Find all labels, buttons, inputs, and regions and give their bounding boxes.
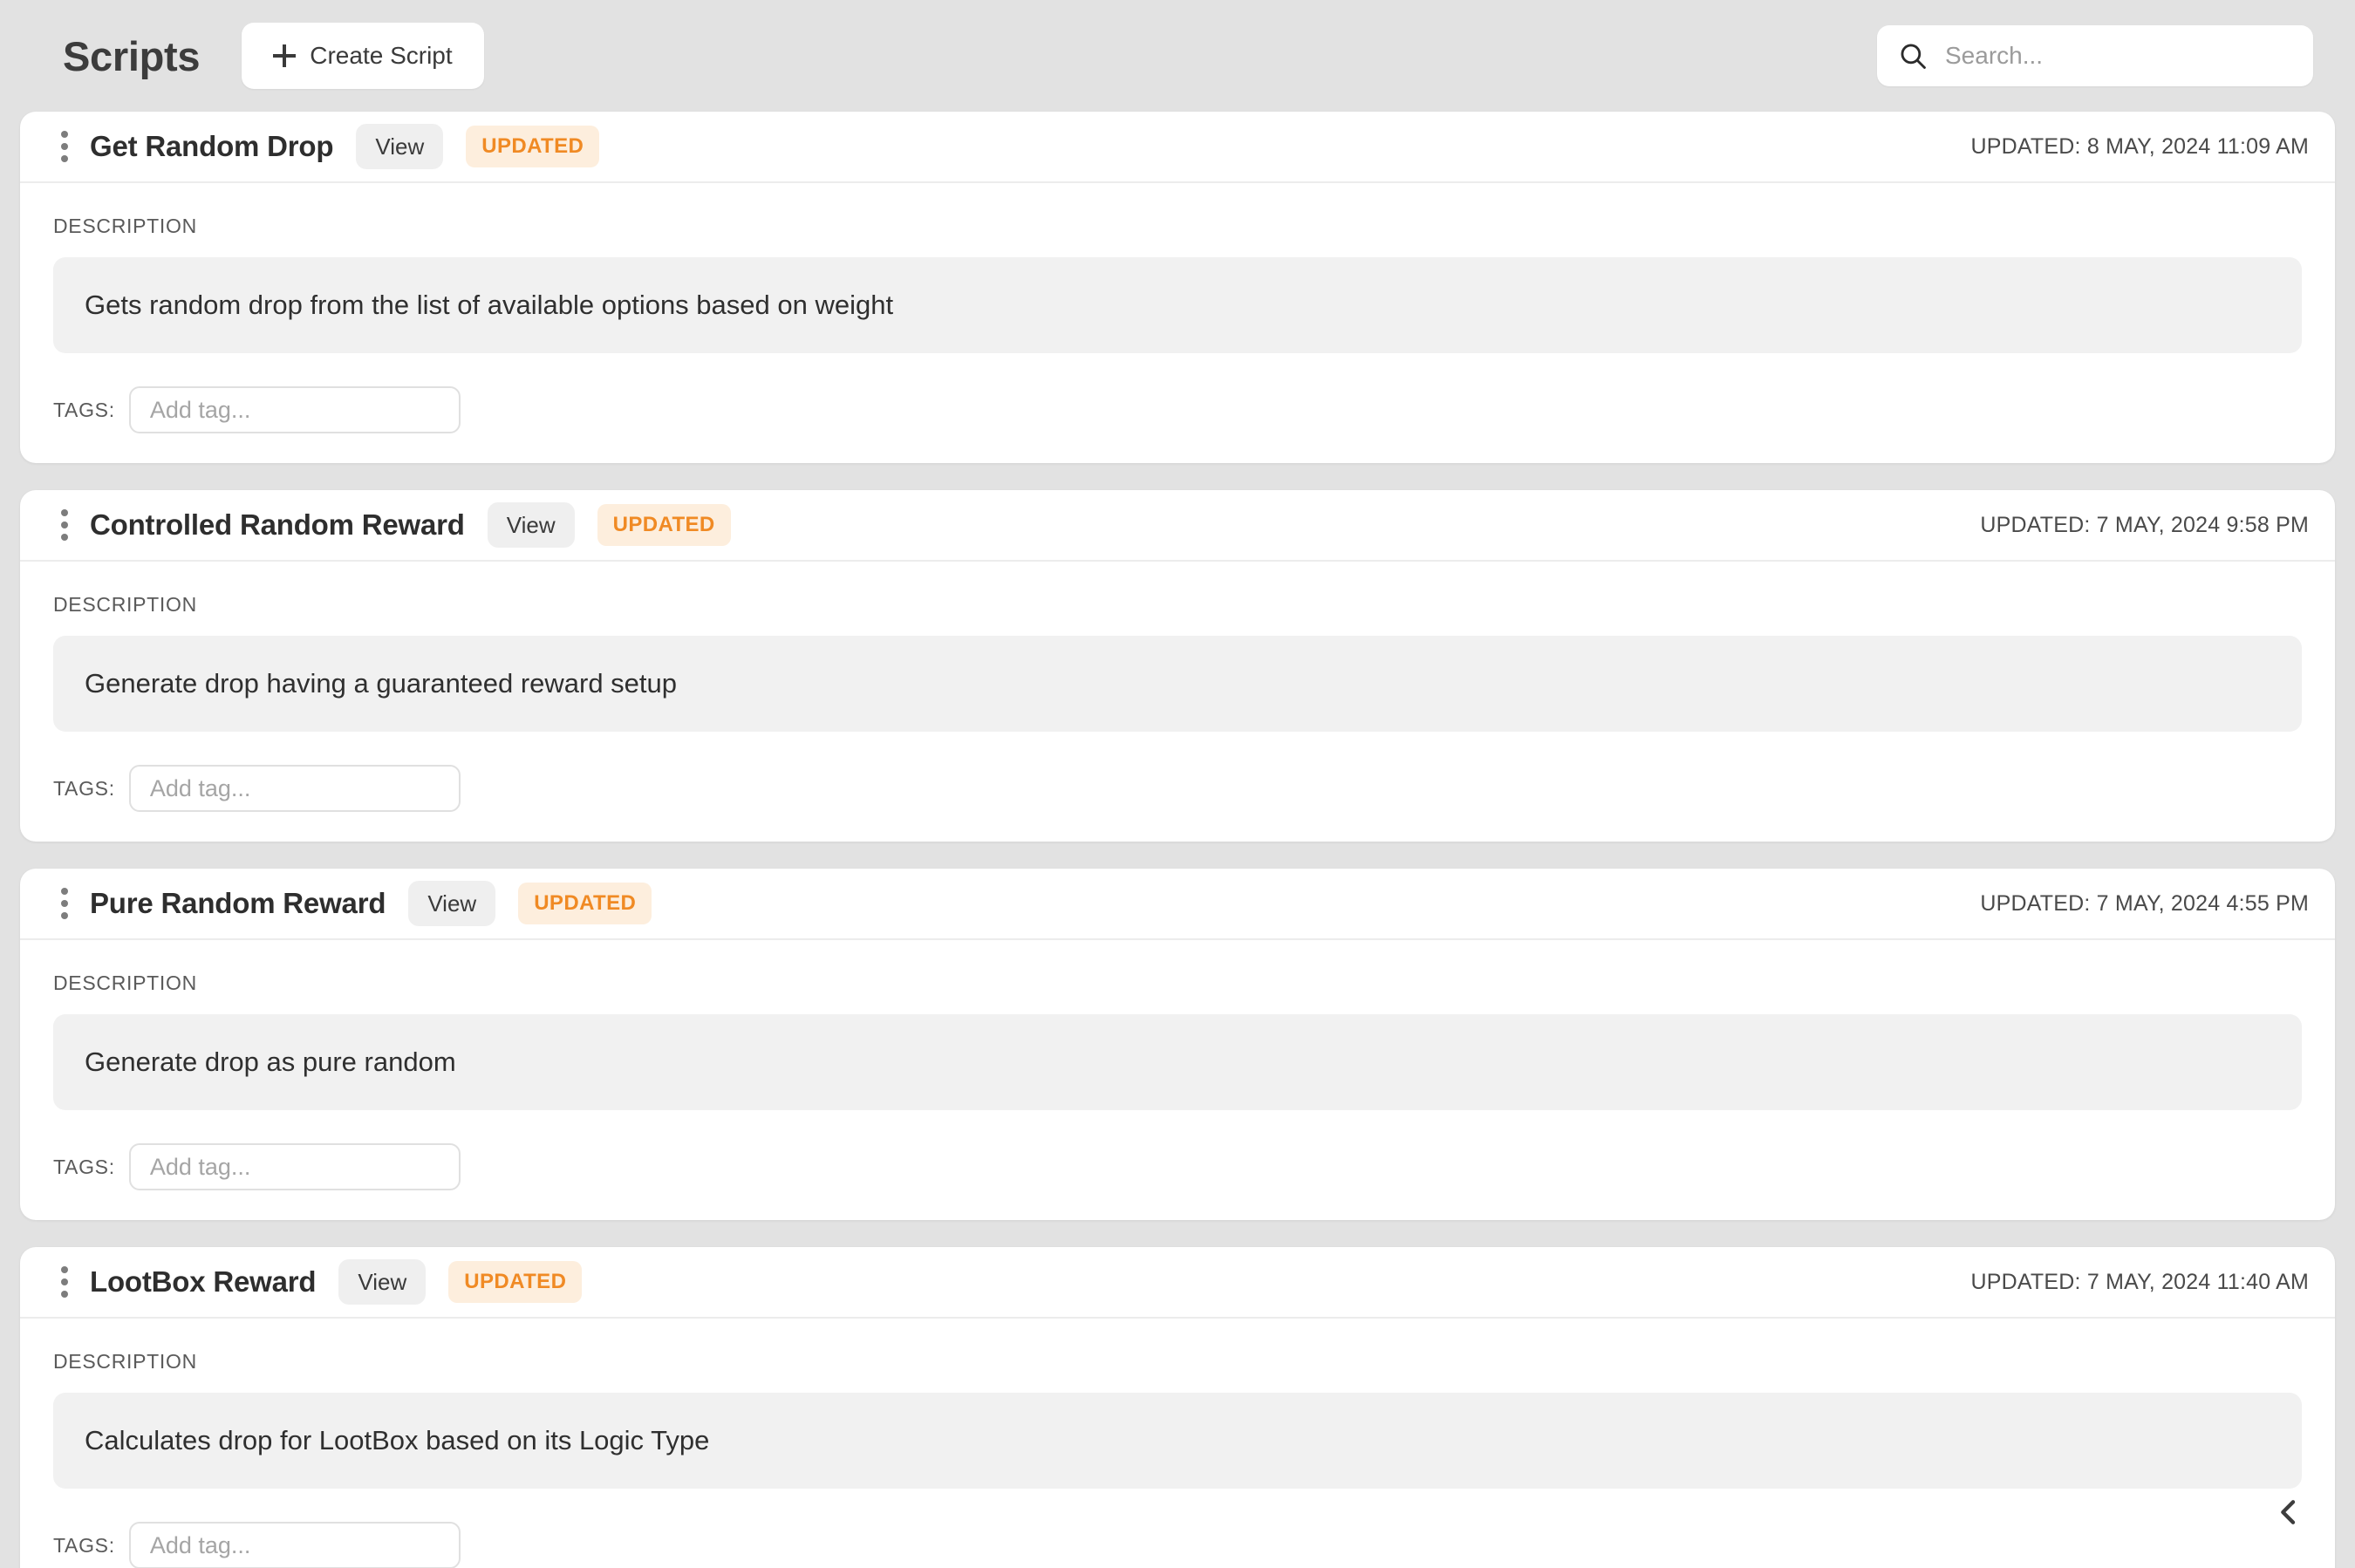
script-card-body: DESCRIPTION Gets random drop from the li… bbox=[20, 183, 2335, 463]
plus-icon bbox=[273, 44, 297, 67]
kebab-menu-icon[interactable] bbox=[53, 1263, 76, 1301]
search-box[interactable] bbox=[1877, 25, 2313, 86]
description-label: DESCRIPTION bbox=[53, 1350, 197, 1373]
status-badge: UPDATED bbox=[448, 1261, 583, 1303]
description-label: DESCRIPTION bbox=[53, 215, 197, 237]
updated-timestamp: UPDATED: 7 MAY, 2024 11:40 AM bbox=[1970, 1269, 2309, 1294]
collapse-panel-button[interactable] bbox=[2264, 1488, 2313, 1537]
add-tag-input[interactable] bbox=[128, 1143, 461, 1190]
script-card-body: DESCRIPTION Calculates drop for LootBox … bbox=[20, 1319, 2335, 1568]
tags-label: TAGS: bbox=[53, 398, 115, 421]
description-label: DESCRIPTION bbox=[53, 971, 197, 994]
updated-timestamp: UPDATED: 7 MAY, 2024 9:58 PM bbox=[1980, 512, 2309, 537]
script-card: Controlled Random Reward View UPDATED UP… bbox=[20, 490, 2335, 842]
script-title: LootBox Reward bbox=[90, 1265, 317, 1298]
tags-row: TAGS: bbox=[53, 1110, 2302, 1220]
tags-label: TAGS: bbox=[53, 1533, 115, 1557]
kebab-menu-icon[interactable] bbox=[53, 884, 76, 923]
view-button[interactable]: View bbox=[338, 1259, 427, 1305]
tags-row: TAGS: bbox=[53, 353, 2302, 463]
script-title: Pure Random Reward bbox=[90, 887, 386, 919]
tags-row: TAGS: bbox=[53, 1489, 2302, 1568]
script-card-header: Get Random Drop View UPDATED UPDATED: 8 … bbox=[20, 112, 2335, 183]
add-tag-input[interactable] bbox=[128, 765, 461, 812]
status-badge: UPDATED bbox=[518, 883, 652, 924]
updated-timestamp: UPDATED: 7 MAY, 2024 4:55 PM bbox=[1980, 890, 2309, 916]
script-card-header: LootBox Reward View UPDATED UPDATED: 7 M… bbox=[20, 1247, 2335, 1319]
view-button[interactable]: View bbox=[408, 881, 496, 926]
chevron-left-icon bbox=[2281, 1500, 2296, 1524]
script-title: Get Random Drop bbox=[90, 130, 334, 162]
scripts-list: Get Random Drop View UPDATED UPDATED: 8 … bbox=[0, 112, 2355, 1568]
tags-row: TAGS: bbox=[53, 732, 2302, 842]
view-button[interactable]: View bbox=[356, 124, 444, 169]
add-tag-input[interactable] bbox=[128, 386, 461, 433]
add-tag-input[interactable] bbox=[128, 1522, 461, 1568]
page-title: Scripts bbox=[63, 32, 201, 79]
search-input[interactable] bbox=[1945, 25, 2292, 86]
tags-label: TAGS: bbox=[53, 1155, 115, 1178]
page-toolbar: Scripts Create Script bbox=[0, 0, 2355, 112]
view-button[interactable]: View bbox=[487, 502, 575, 548]
script-card-body: DESCRIPTION Generate drop as pure random… bbox=[20, 940, 2335, 1220]
description-label: DESCRIPTION bbox=[53, 593, 197, 616]
script-title: Controlled Random Reward bbox=[90, 508, 465, 541]
kebab-menu-icon[interactable] bbox=[53, 127, 76, 166]
create-script-button[interactable]: Create Script bbox=[242, 23, 484, 89]
search-icon bbox=[1901, 44, 1926, 69]
description-text[interactable]: Generate drop as pure random bbox=[53, 1014, 2302, 1110]
description-text[interactable]: Generate drop having a guaranteed reward… bbox=[53, 636, 2302, 732]
create-script-label: Create Script bbox=[310, 42, 453, 69]
script-card-body: DESCRIPTION Generate drop having a guara… bbox=[20, 562, 2335, 842]
description-text[interactable]: Calculates drop for LootBox based on its… bbox=[53, 1393, 2302, 1489]
script-card-header: Controlled Random Reward View UPDATED UP… bbox=[20, 490, 2335, 562]
description-text[interactable]: Gets random drop from the list of availa… bbox=[53, 257, 2302, 353]
script-card: Get Random Drop View UPDATED UPDATED: 8 … bbox=[20, 112, 2335, 463]
updated-timestamp: UPDATED: 8 MAY, 2024 11:09 AM bbox=[1970, 133, 2309, 159]
kebab-menu-icon[interactable] bbox=[53, 506, 76, 544]
status-badge: UPDATED bbox=[597, 504, 731, 546]
status-badge: UPDATED bbox=[466, 126, 600, 167]
script-card-header: Pure Random Reward View UPDATED UPDATED:… bbox=[20, 869, 2335, 940]
script-card: LootBox Reward View UPDATED UPDATED: 7 M… bbox=[20, 1247, 2335, 1568]
script-card: Pure Random Reward View UPDATED UPDATED:… bbox=[20, 869, 2335, 1220]
tags-label: TAGS: bbox=[53, 776, 115, 800]
